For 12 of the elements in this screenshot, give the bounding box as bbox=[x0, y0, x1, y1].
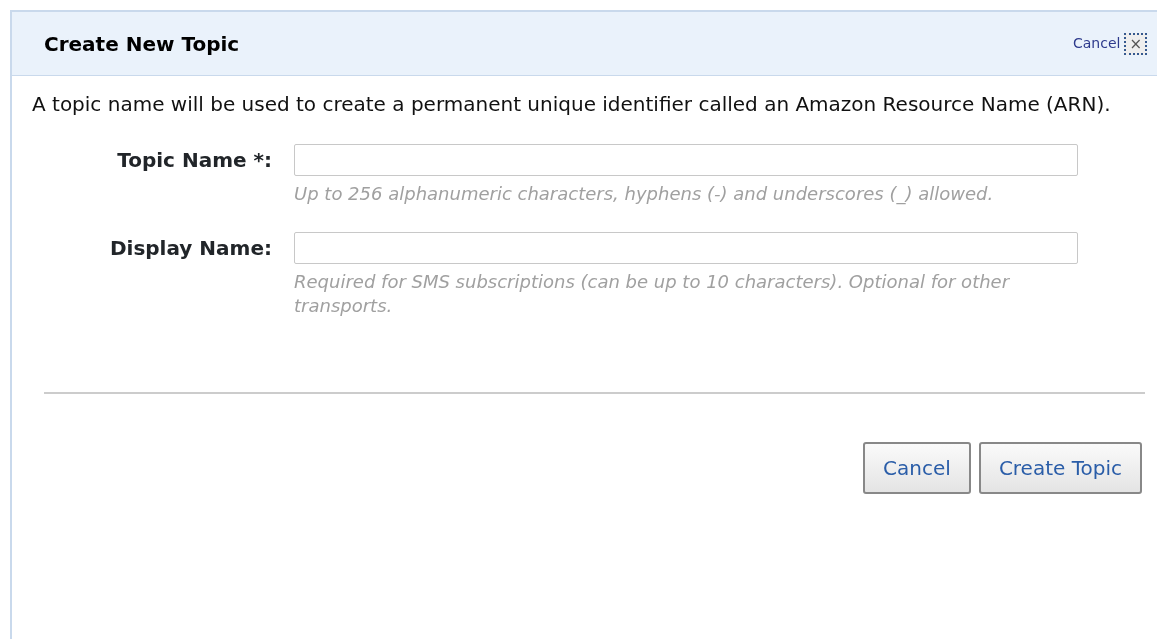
input-field[interactable] bbox=[294, 144, 1078, 176]
dialog-title: Create New Topic bbox=[44, 30, 240, 58]
description-text: A topic name will be used to create a permanent unique identifier called an Amazon Resource Name (ARN). bbox=[32, 91, 1112, 118]
dialog-button[interactable]: Cancel bbox=[863, 442, 971, 494]
cancel-link[interactable]: Cancel bbox=[1073, 33, 1121, 54]
field-hint: Up to 256 alphanumeric characters, hyphens (-) and underscores (_) allowed. bbox=[294, 182, 995, 206]
input-field[interactable] bbox=[294, 232, 1078, 264]
close-icon[interactable]: × bbox=[1124, 32, 1147, 55]
dialog-button[interactable]: Create Topic bbox=[978, 442, 1142, 494]
field-hint: Required for SMS subscriptions (can be up to 10 characters). Optional for other transports. bbox=[294, 270, 1011, 318]
field-label: Display Name: bbox=[108, 235, 273, 262]
field-label: Topic Name *: bbox=[116, 147, 273, 174]
